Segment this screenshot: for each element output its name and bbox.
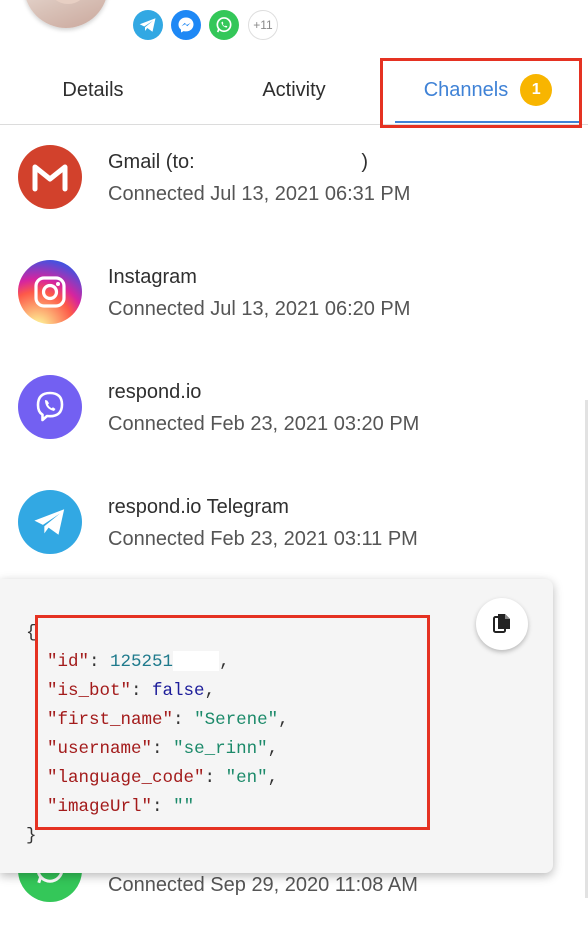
viber-icon <box>18 375 82 439</box>
channel-connected-time: Connected Feb 23, 2021 03:20 PM <box>108 413 420 435</box>
highlight-box-tab <box>380 58 582 128</box>
channel-connected-time: Connected Jul 13, 2021 06:20 PM <box>108 298 411 320</box>
channel-item-gmail[interactable]: Gmail (to: ) Connected Jul 13, 2021 06:3… <box>0 145 588 255</box>
highlight-box-json <box>35 615 430 830</box>
channel-connected-time: Connected Jul 13, 2021 06:31 PM <box>108 183 411 205</box>
channel-name: Gmail (to: ) <box>108 151 369 173</box>
contact-avatar[interactable] <box>24 0 108 28</box>
channel-name: Instagram <box>108 266 197 288</box>
tab-details-label: Details <box>62 78 124 101</box>
channel-name: respond.io <box>108 381 202 403</box>
copy-icon <box>493 614 510 633</box>
telegram-icon <box>18 490 82 554</box>
channel-item-viber[interactable]: respond.io Connected Feb 23, 2021 03:20 … <box>0 375 588 485</box>
whatsapp-icon[interactable] <box>209 10 239 40</box>
gmail-icon <box>18 145 82 209</box>
instagram-icon <box>18 260 82 324</box>
tab-details[interactable]: Details <box>0 56 186 124</box>
channel-name: respond.io Telegram <box>108 496 289 518</box>
channel-item-instagram[interactable]: Instagram Connected Jul 13, 2021 06:20 P… <box>0 260 588 370</box>
messenger-icon[interactable] <box>171 10 201 40</box>
channel-connected-time: Connected Feb 23, 2021 03:11 PM <box>108 528 418 550</box>
channel-connected-time: Connected Sep 29, 2020 11:08 AM <box>108 874 418 896</box>
copy-button[interactable] <box>476 598 528 650</box>
more-channels-chip[interactable]: +11 <box>248 10 278 40</box>
avatar-face <box>50 0 86 4</box>
tab-activity-label: Activity <box>262 78 326 101</box>
more-channels-count: +11 <box>253 18 273 32</box>
telegram-icon[interactable] <box>133 10 163 40</box>
tab-activity[interactable]: Activity <box>200 56 388 124</box>
